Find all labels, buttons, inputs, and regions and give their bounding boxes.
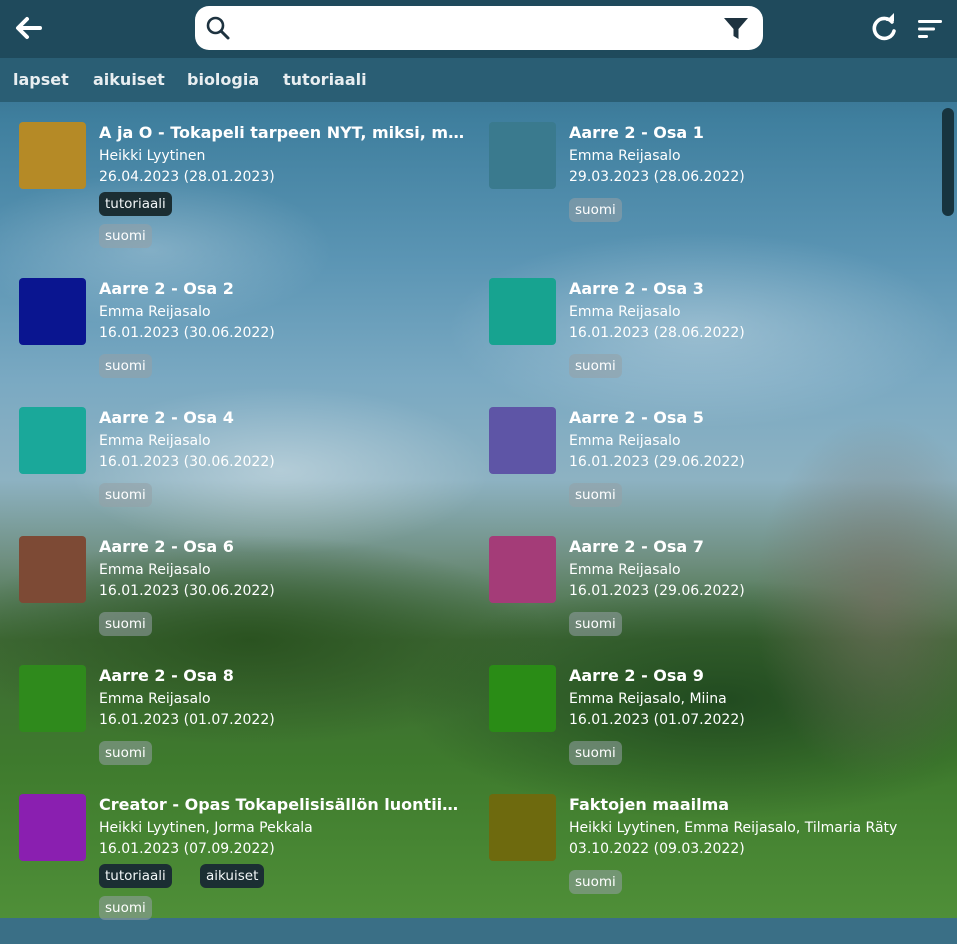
scrollbar[interactable]: [942, 108, 954, 216]
card-thumbnail: [19, 122, 86, 189]
tag-filter-aikuiset[interactable]: aikuiset: [93, 70, 165, 89]
category-tag-chip[interactable]: tutoriaali: [99, 864, 172, 888]
card-thumbnail: [19, 407, 86, 474]
card-thumbnail: [19, 536, 86, 603]
card-title: Aarre 2 - Osa 3: [569, 279, 704, 298]
card-author: Emma Reijasalo: [99, 562, 211, 578]
card-thumbnail: [19, 665, 86, 732]
card-author: Emma Reijasalo: [569, 433, 681, 449]
content-card[interactable]: Aarre 2 - Osa 4 Emma Reijasalo 16.01.2023 …: [19, 407, 479, 557]
category-tag-chip[interactable]: aikuiset: [200, 864, 265, 888]
card-title: Faktojen maailma: [569, 795, 730, 814]
card-author: Heikki Lyytinen: [99, 148, 206, 164]
card-author: Heikki Lyytinen, Jorma Pekkala: [99, 820, 313, 836]
card-title: Aarre 2 - Osa 9: [569, 666, 704, 685]
card-author: Emma Reijasalo: [569, 562, 681, 578]
content-card[interactable]: Aarre 2 - Osa 1 Emma Reijasalo 29.03.2023 …: [489, 122, 949, 272]
search-bar: [195, 6, 763, 50]
tag-filter-lapset[interactable]: lapset: [13, 70, 69, 89]
category-tag-chip[interactable]: tutoriaali: [99, 192, 172, 216]
card-thumbnail: [489, 278, 556, 345]
content-card[interactable]: Aarre 2 - Osa 8 Emma Reijasalo 16.01.2023 …: [19, 665, 479, 815]
card-title: Aarre 2 - Osa 1: [569, 123, 704, 142]
top-bar: [0, 0, 957, 58]
language-tag-chip: suomi: [569, 483, 622, 507]
card-thumbnail: [489, 794, 556, 861]
content-card[interactable]: Aarre 2 - Osa 3 Emma Reijasalo 16.01.2023 …: [489, 278, 949, 428]
card-thumbnail: [489, 665, 556, 732]
filter-icon[interactable]: [723, 16, 749, 42]
card-title: Aarre 2 - Osa 8: [99, 666, 234, 685]
card-date: 16.01.2023 (29.06.2022): [569, 583, 745, 599]
content-card[interactable]: Aarre 2 - Osa 5 Emma Reijasalo 16.01.2023 …: [489, 407, 949, 557]
card-date: 16.01.2023 (29.06.2022): [569, 454, 745, 470]
card-title: Aarre 2 - Osa 5: [569, 408, 704, 427]
card-title: Aarre 2 - Osa 7: [569, 537, 704, 556]
tag-filter-tutoriaali[interactable]: tutoriaali: [283, 70, 367, 89]
content-card[interactable]: Aarre 2 - Osa 6 Emma Reijasalo 16.01.2023 …: [19, 536, 479, 686]
card-date: 03.10.2022 (09.03.2022): [569, 841, 745, 857]
search-input[interactable]: [239, 12, 713, 46]
arrow-left-icon[interactable]: [10, 10, 46, 46]
card-author: Emma Reijasalo, Miina: [569, 691, 727, 707]
search-icon: [205, 15, 231, 41]
language-tag-chip: suomi: [99, 354, 152, 378]
card-date: 16.01.2023 (07.09.2022): [99, 841, 275, 857]
content-card[interactable]: Aarre 2 - Osa 9 Emma Reijasalo, Miina 16.0…: [489, 665, 949, 815]
card-date: 16.01.2023 (28.06.2022): [569, 325, 745, 341]
card-author: Emma Reijasalo: [569, 304, 681, 320]
language-tag-chip: suomi: [99, 741, 152, 765]
card-author: Emma Reijasalo: [99, 304, 211, 320]
content-card[interactable]: Faktojen maailma Heikki Lyytinen, Emma Re…: [489, 794, 949, 944]
card-title: Creator - Opas Tokapelisisällön luontiin…: [99, 795, 469, 814]
language-tag-chip: suomi: [99, 612, 152, 636]
card-thumbnail: [19, 794, 86, 861]
language-tag-chip: suomi: [569, 741, 622, 765]
card-date: 16.01.2023 (30.06.2022): [99, 583, 275, 599]
language-tag-chip: suomi: [569, 870, 622, 894]
sort-icon[interactable]: [912, 11, 948, 47]
language-tag-chip: suomi: [99, 224, 152, 248]
card-author: Emma Reijasalo: [99, 433, 211, 449]
card-title: Aarre 2 - Osa 6: [99, 537, 234, 556]
content-list: A ja O - Tokapeli tarpeen NYT, miksi, mi…: [0, 102, 940, 920]
card-thumbnail: [489, 407, 556, 474]
language-tag-chip: suomi: [569, 612, 622, 636]
content-card[interactable]: Aarre 2 - Osa 2 Emma Reijasalo 16.01.2023 …: [19, 278, 479, 428]
card-date: 29.03.2023 (28.06.2022): [569, 169, 745, 185]
content-card[interactable]: A ja O - Tokapeli tarpeen NYT, miksi, mi…: [19, 122, 479, 272]
tag-filter-biologia[interactable]: biologia: [187, 70, 259, 89]
card-author: Emma Reijasalo: [99, 691, 211, 707]
content-card[interactable]: Aarre 2 - Osa 7 Emma Reijasalo 16.01.2023 …: [489, 536, 949, 686]
card-thumbnail: [489, 122, 556, 189]
card-date: 16.01.2023 (30.06.2022): [99, 325, 275, 341]
card-date: 16.01.2023 (30.06.2022): [99, 454, 275, 470]
card-thumbnail: [489, 536, 556, 603]
card-title: A ja O - Tokapeli tarpeen NYT, miksi, mi…: [99, 123, 469, 142]
language-tag-chip: suomi: [569, 198, 622, 222]
card-date: 16.01.2023 (01.07.2022): [569, 712, 745, 728]
language-tag-chip: suomi: [99, 896, 152, 920]
card-author: Heikki Lyytinen, Emma Reijasalo, Tilmari…: [569, 820, 898, 836]
card-date: 26.04.2023 (28.01.2023): [99, 169, 275, 185]
language-tag-chip: suomi: [569, 354, 622, 378]
card-thumbnail: [19, 278, 86, 345]
card-title: Aarre 2 - Osa 2: [99, 279, 234, 298]
language-tag-chip: suomi: [99, 483, 152, 507]
refresh-icon[interactable]: [866, 11, 902, 47]
content-card[interactable]: Creator - Opas Tokapelisisällön luontiin…: [19, 794, 479, 944]
card-date: 16.01.2023 (01.07.2022): [99, 712, 275, 728]
card-author: Emma Reijasalo: [569, 148, 681, 164]
card-title: Aarre 2 - Osa 4: [99, 408, 234, 427]
